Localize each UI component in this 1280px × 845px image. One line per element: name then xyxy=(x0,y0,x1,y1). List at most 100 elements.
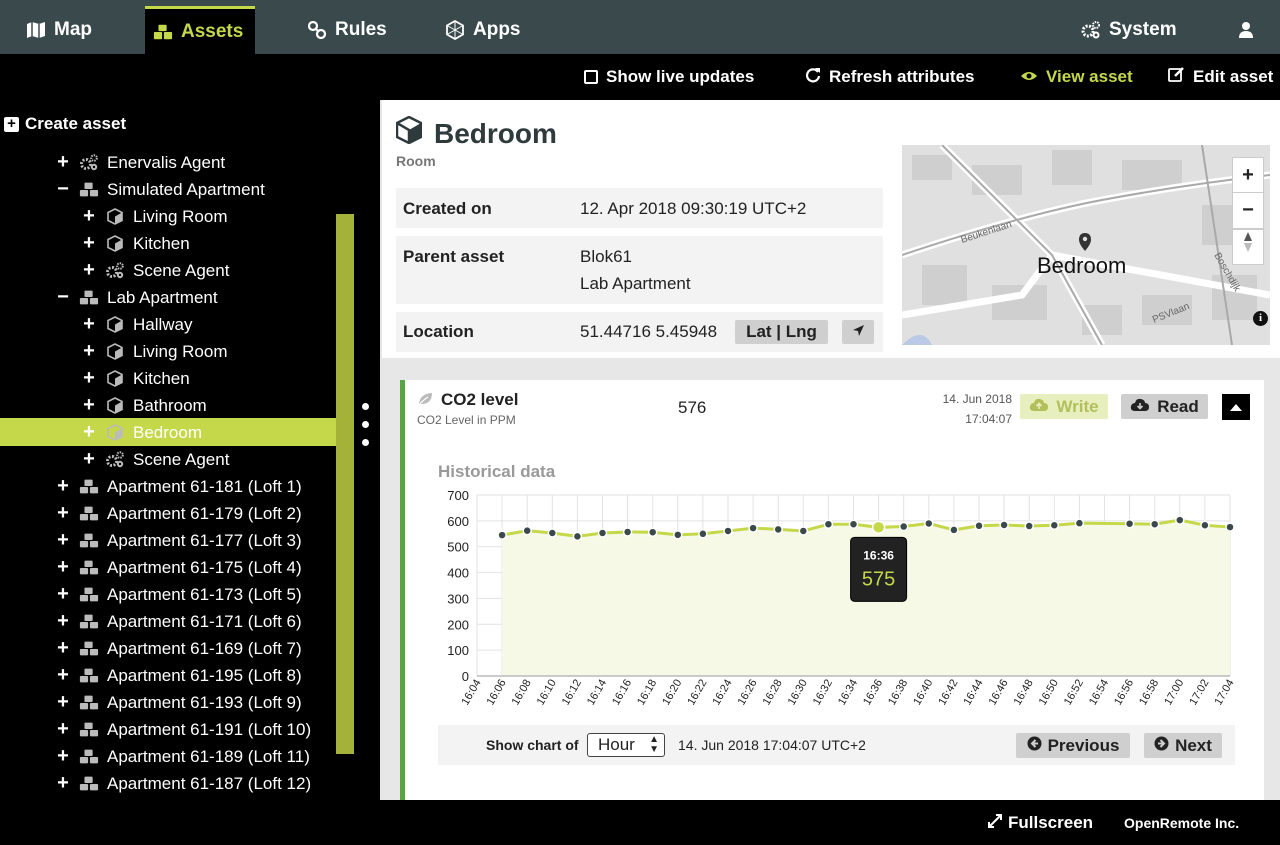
x-tick-label: 16:08 xyxy=(510,678,534,708)
expand-icon[interactable]: + xyxy=(81,448,97,471)
expand-icon[interactable]: + xyxy=(55,691,71,714)
next-button[interactable]: Next xyxy=(1144,733,1222,758)
tree-item[interactable]: + Apartment 61-191 (Loft 10) xyxy=(55,716,311,743)
view-asset-label: View asset xyxy=(1046,67,1133,86)
expand-icon[interactable]: + xyxy=(55,637,71,660)
show-chart-label: Show chart of xyxy=(486,737,579,753)
tree-item-label: Apartment 61-171 (Loft 6) xyxy=(107,611,302,631)
refresh-attributes-button[interactable]: Refresh attributes xyxy=(805,54,974,100)
tree-item[interactable]: + Scene Agent xyxy=(81,257,229,284)
tree-item[interactable]: + Apartment 61-169 (Loft 7) xyxy=(55,635,302,662)
nav-rules-label: Rules xyxy=(335,19,387,40)
collapse-icon[interactable]: − xyxy=(55,178,71,201)
tree-item[interactable]: + Bedroom xyxy=(81,419,202,446)
expand-icon[interactable]: + xyxy=(55,529,71,552)
expand-icon[interactable]: + xyxy=(55,475,71,498)
collapse-button[interactable] xyxy=(1222,394,1250,420)
expand-icon[interactable]: + xyxy=(81,340,97,363)
tree-item[interactable]: + Hallway xyxy=(81,311,192,338)
expand-icon[interactable]: + xyxy=(81,421,97,444)
tree-item[interactable]: + Apartment 61-187 (Loft 12) xyxy=(55,770,311,797)
tree-item[interactable]: + Apartment 61-171 (Loft 6) xyxy=(55,608,302,635)
tree-item[interactable]: + Bathroom xyxy=(81,392,207,419)
expand-icon[interactable]: + xyxy=(81,232,97,255)
tree-item[interactable]: + Living Room xyxy=(81,203,227,230)
nav-apps[interactable]: Apps xyxy=(445,6,521,54)
collapse-icon[interactable]: − xyxy=(55,286,71,309)
x-tick-label: 16:56 xyxy=(1112,678,1136,708)
history-chart[interactable]: 010020030040050060070016:04 16:06 16:08 16:… xyxy=(405,480,1264,720)
y-tick-label: 500 xyxy=(447,540,469,555)
nav-system[interactable]: System xyxy=(1081,6,1177,54)
tree-item[interactable]: + Apartment 61-195 (Loft 8) xyxy=(55,662,302,689)
y-tick-label: 0 xyxy=(462,669,469,684)
cubes-icon xyxy=(153,22,173,42)
read-button[interactable]: Read xyxy=(1121,394,1208,419)
data-point xyxy=(823,519,834,529)
expand-icon[interactable]: + xyxy=(55,610,71,633)
tree-item[interactable]: − Lab Apartment xyxy=(55,284,217,311)
arrow-left-circle-icon xyxy=(1027,736,1042,756)
zoom-in-button[interactable]: + xyxy=(1233,158,1263,193)
tree-item[interactable]: + Kitchen xyxy=(81,365,190,392)
fullscreen-button[interactable]: Fullscreen xyxy=(988,813,1093,833)
live-updates-toggle[interactable]: Show live updates xyxy=(584,54,754,100)
create-asset-button[interactable]: + Create asset xyxy=(4,114,126,134)
expand-icon[interactable]: + xyxy=(81,259,97,282)
x-tick-label: 17:00 xyxy=(1162,678,1186,708)
expand-icon[interactable]: + xyxy=(55,502,71,525)
x-tick-label: 16:28 xyxy=(761,678,785,708)
tree-item[interactable]: − Simulated Apartment xyxy=(55,176,265,203)
parent-asset-link[interactable]: Lab Apartment xyxy=(580,274,691,294)
edit-asset-button[interactable]: Edit asset xyxy=(1168,54,1273,100)
expand-icon[interactable]: + xyxy=(55,583,71,606)
expand-icon[interactable]: + xyxy=(81,313,97,336)
tree-item[interactable]: + Apartment 61-177 (Loft 3) xyxy=(55,527,302,554)
expand-icon[interactable]: + xyxy=(81,205,97,228)
y-tick-label: 200 xyxy=(447,617,469,632)
tree-item-label: Apartment 61-189 (Loft 11) xyxy=(107,746,310,766)
tree-item[interactable]: + Apartment 61-181 (Loft 1) xyxy=(55,473,302,500)
previous-button[interactable]: Previous xyxy=(1016,733,1130,758)
map-info-icon[interactable]: i xyxy=(1253,311,1268,326)
attribute-name: CO2 level xyxy=(441,390,519,409)
nav-rules[interactable]: Rules xyxy=(307,6,387,54)
asset-map[interactable]: Beukenlaan Boschdijk PSVlaan Bedroom + −… xyxy=(902,145,1270,345)
tree-item[interactable]: + Kitchen xyxy=(81,230,190,257)
splitter-handle[interactable] xyxy=(362,403,369,457)
expand-icon[interactable]: + xyxy=(55,664,71,687)
expand-icon[interactable]: + xyxy=(55,556,71,579)
expand-icon[interactable]: + xyxy=(55,745,71,768)
period-select[interactable]: Hour ▲ ▼ xyxy=(587,733,665,757)
expand-icon[interactable]: + xyxy=(55,772,71,795)
page-title: Bedroom xyxy=(395,115,557,151)
tree-item[interactable]: + Living Room xyxy=(81,338,227,365)
zoom-out-button[interactable]: − xyxy=(1233,193,1263,228)
checkbox-icon[interactable] xyxy=(584,70,598,84)
gears-icon xyxy=(1081,20,1101,40)
locate-button[interactable] xyxy=(842,320,874,344)
data-point xyxy=(622,527,633,537)
tree-item[interactable]: + Apartment 61-173 (Loft 5) xyxy=(55,581,302,608)
expand-icon[interactable]: + xyxy=(81,394,97,417)
tree-item[interactable]: + Apartment 61-189 (Loft 11) xyxy=(55,743,310,770)
view-asset-button[interactable]: View asset xyxy=(1020,54,1133,100)
nav-map[interactable]: Map xyxy=(26,6,92,54)
tree-item[interactable]: + Enervalis Agent xyxy=(55,149,225,176)
cube-icon xyxy=(105,343,125,361)
expand-icon[interactable]: + xyxy=(81,367,97,390)
expand-icon xyxy=(988,813,1002,833)
user-menu[interactable] xyxy=(1236,6,1256,54)
refresh-label: Refresh attributes xyxy=(829,67,975,86)
tree-item[interactable]: + Apartment 61-175 (Loft 4) xyxy=(55,554,302,581)
tree-item[interactable]: + Apartment 61-193 (Loft 9) xyxy=(55,689,302,716)
nav-assets[interactable]: Assets xyxy=(145,6,255,54)
tree-item[interactable]: + Scene Agent xyxy=(81,446,229,473)
latlng-button[interactable]: Lat | Lng xyxy=(735,320,828,344)
write-button[interactable]: Write xyxy=(1020,394,1108,419)
compass-button[interactable] xyxy=(1232,229,1264,265)
expand-icon[interactable]: + xyxy=(55,151,71,174)
expand-icon[interactable]: + xyxy=(55,718,71,741)
tree-scrollbar[interactable] xyxy=(336,214,354,754)
tree-item[interactable]: + Apartment 61-179 (Loft 2) xyxy=(55,500,302,527)
